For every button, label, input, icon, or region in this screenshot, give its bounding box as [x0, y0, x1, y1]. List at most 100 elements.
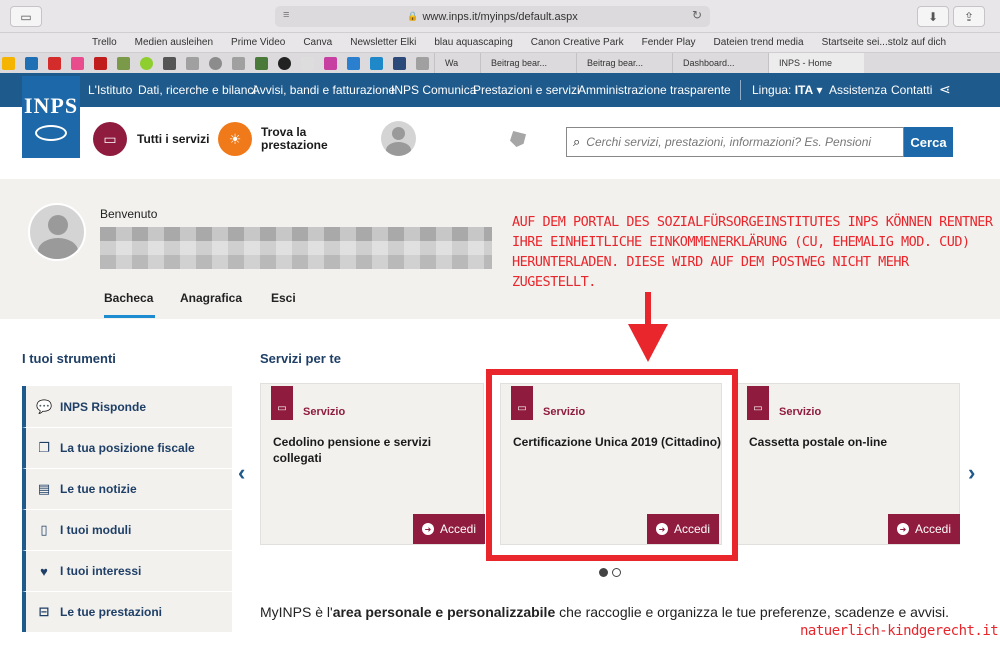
- address-bar[interactable]: ≡ 🔒 www.inps.it/myinps/default.aspx ↻: [275, 6, 710, 27]
- tool-notizie[interactable]: ▤ Le tue notizie: [22, 468, 232, 509]
- tab-esci[interactable]: Esci: [271, 291, 296, 305]
- nav-comunica[interactable]: INPS Comunica: [391, 83, 476, 97]
- service-title: Cedolino pensione e servizi collegati: [273, 435, 432, 465]
- browser-tab[interactable]: Beitrag bear...: [480, 52, 576, 74]
- browser-tab[interactable]: Beitrag bear...: [576, 52, 672, 74]
- tab-favicon-icon[interactable]: [163, 56, 176, 70]
- tab-favicon-icon[interactable]: [48, 56, 61, 70]
- tool-interessi[interactable]: ♥ I tuoi interessi: [22, 550, 232, 591]
- nav-dati[interactable]: Dati, ricerche e bilanci: [138, 83, 256, 97]
- nav-istituto[interactable]: L'Istituto: [88, 83, 132, 97]
- trova-line1: Trova la: [261, 125, 307, 139]
- carousel-dot[interactable]: [612, 568, 621, 577]
- favorite-link[interactable]: blau aquascaping: [434, 37, 512, 48]
- nav-avvisi[interactable]: Avvisi, bandi e fatturazione: [252, 83, 395, 97]
- annotation-highlight-box: [486, 369, 738, 561]
- reader-icon[interactable]: ≡: [283, 9, 289, 21]
- carousel-prev-chevron-icon[interactable]: ‹: [238, 460, 245, 486]
- favorite-link[interactable]: Medien ausleihen: [135, 37, 213, 48]
- tab-favicon-icon[interactable]: [278, 56, 291, 70]
- favorite-link[interactable]: Canon Creative Park: [531, 37, 624, 48]
- reload-icon[interactable]: ↻: [692, 8, 702, 22]
- favorite-link[interactable]: Fender Play: [642, 37, 696, 48]
- accedi-button[interactable]: ➜ Accedi: [413, 514, 485, 544]
- annotation-line: HERUNTERLADEN. DIESE WIRD AUF DEM POSTWE…: [512, 254, 909, 290]
- search-input[interactable]: ⌕ Cerchi servizi, prestazioni, informazi…: [566, 127, 904, 157]
- share-nodes-icon[interactable]: ⋖: [939, 81, 951, 98]
- tab-favicon-icon[interactable]: [324, 56, 337, 70]
- download-icon[interactable]: ⬇: [917, 6, 949, 27]
- favorite-link[interactable]: Trello: [92, 37, 117, 48]
- nav-prestazioni[interactable]: Prestazioni e servizi: [473, 83, 580, 97]
- tab-anagrafica[interactable]: Anagrafica: [180, 291, 242, 305]
- browser-tab[interactable]: Dashboard...: [672, 52, 768, 74]
- favorite-link[interactable]: Startseite sei...stolz auf dich: [822, 37, 947, 48]
- service-card: ▭ Servizio Cedolino pensione e servizi c…: [260, 383, 485, 545]
- tab-favicon-icon[interactable]: [209, 56, 222, 70]
- lock-icon: 🔒: [407, 11, 419, 21]
- tab-favicon-icon[interactable]: [416, 56, 429, 70]
- intro-paragraph: MyINPS è l'area personale e personalizza…: [260, 600, 960, 625]
- tab-favicon-icon[interactable]: [232, 56, 245, 70]
- tab-favicon-icon[interactable]: [117, 56, 130, 70]
- service-title: Cassetta postale on-line: [749, 435, 888, 449]
- user-avatar-small[interactable]: [381, 121, 416, 156]
- tool-label: INPS Risponde: [60, 399, 147, 414]
- sidebar-toggle-icon[interactable]: ▭: [10, 6, 42, 27]
- tool-moduli[interactable]: ▯ I tuoi moduli: [22, 509, 232, 550]
- favorite-link[interactable]: Canva: [303, 37, 332, 48]
- inps-logo[interactable]: INPS: [22, 76, 80, 158]
- nav-assistenza[interactable]: Assistenza: [829, 83, 887, 97]
- language-selector[interactable]: Lingua: ITA ▾: [752, 83, 823, 97]
- tool-prestazioni[interactable]: ⊟ Le tue prestazioni: [22, 591, 232, 632]
- tab-favicon-icon[interactable]: [140, 56, 153, 70]
- annotation-arrow-head: [628, 324, 668, 362]
- favorite-link[interactable]: Dateien trend media: [714, 37, 804, 48]
- newspaper-icon: ▤: [37, 481, 51, 496]
- url-text: www.inps.it/myinps/default.aspx: [422, 10, 578, 23]
- share-icon[interactable]: ⇪: [953, 6, 985, 27]
- tab-favicon-icon[interactable]: [347, 56, 360, 70]
- search-button[interactable]: Cerca: [904, 127, 953, 157]
- tool-label: La tua posizione fiscale: [60, 441, 195, 455]
- annotation-line: IHRE EINHEITLICHE EINKOMMENERKLÄRUNG (CU…: [512, 234, 970, 250]
- tab-favicon-icon[interactable]: [94, 56, 107, 70]
- accedi-button[interactable]: ➜ Accedi: [888, 514, 960, 544]
- tab-favicon-icon[interactable]: [2, 56, 15, 70]
- browser-tab-active[interactable]: INPS - Home: [768, 52, 864, 74]
- service-kind: Servizio: [779, 406, 822, 418]
- tool-label: I tuoi interessi: [60, 564, 142, 578]
- service-card: ▭ Servizio Cassetta postale on-line ➜ Acc…: [736, 383, 960, 545]
- tab-favicon-icon[interactable]: [393, 56, 406, 70]
- tutti-servizi-link[interactable]: Tutti i servizi: [137, 133, 209, 146]
- arrow-circle-icon: ➜: [421, 523, 434, 535]
- tool-posizione-fiscale[interactable]: ❐ La tua posizione fiscale: [22, 427, 232, 468]
- tab-favicon-icon[interactable]: [255, 56, 268, 70]
- laptop-icon[interactable]: ▭: [93, 122, 127, 156]
- heart-icon: ♥: [40, 563, 48, 579]
- lightbulb-icon[interactable]: ☀: [218, 122, 252, 156]
- favorite-link[interactable]: Prime Video: [231, 37, 285, 48]
- tab-favicon-icon[interactable]: [186, 56, 199, 70]
- user-avatar: [28, 203, 86, 261]
- carousel-dot-active[interactable]: [599, 568, 608, 577]
- carousel-next-chevron-icon[interactable]: ›: [968, 460, 975, 486]
- nav-contatti[interactable]: Contatti: [891, 83, 932, 97]
- logo-ring-icon: [35, 125, 67, 141]
- tool-inps-risponde[interactable]: 💬 INPS Risponde: [22, 386, 232, 427]
- tab-favicon-icon[interactable]: [301, 56, 314, 70]
- favorite-link[interactable]: Newsletter Elki: [350, 37, 416, 48]
- service-kind: Servizio: [303, 406, 346, 418]
- tab-bacheca[interactable]: Bacheca: [104, 291, 156, 318]
- nav-amministrazione[interactable]: Amministrazione trasparente: [578, 83, 731, 97]
- intro-bold: area personale e personalizzabile: [332, 604, 556, 620]
- tab-favicon-icon[interactable]: [25, 56, 38, 70]
- browser-tab[interactable]: Wa: [434, 52, 480, 74]
- file-icon: ▯: [40, 522, 48, 537]
- trova-prestazione-link[interactable]: Trova la prestazione: [261, 126, 328, 152]
- trova-line2: prestazione: [261, 138, 328, 152]
- welcome-text: Benvenuto: [100, 207, 158, 221]
- accedi-label: Accedi: [439, 522, 477, 536]
- tab-favicon-icon[interactable]: [71, 56, 84, 70]
- tab-favicon-icon[interactable]: [370, 56, 383, 70]
